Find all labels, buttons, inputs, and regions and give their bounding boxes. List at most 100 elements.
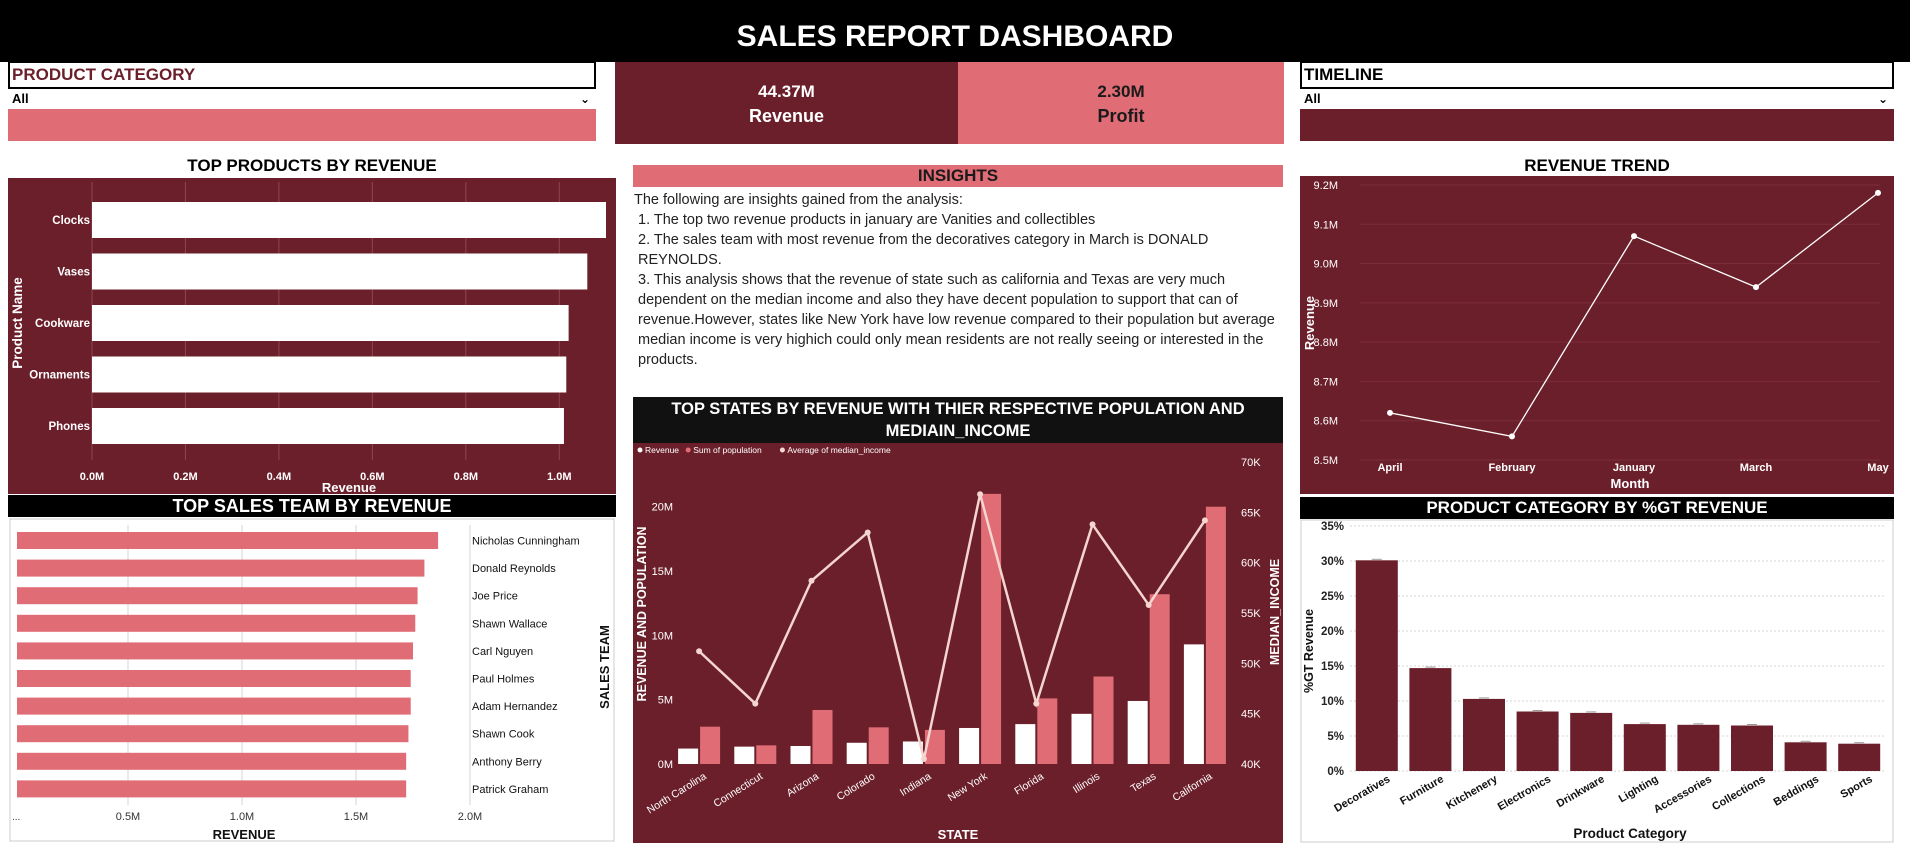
bar <box>17 614 416 632</box>
legend-label: Sum of population <box>693 445 762 455</box>
bar-revenue <box>1183 644 1204 764</box>
y-tick-label: 15M <box>652 566 673 578</box>
revenue-card: 44.37M Revenue <box>615 62 958 144</box>
x-tick-label: March <box>1740 462 1773 474</box>
bar-population <box>868 727 889 764</box>
y-tick-label: Adam Hernandez <box>472 701 558 713</box>
y-tick-label: Joe Price <box>472 591 518 603</box>
x-tick-label: May <box>1867 462 1889 474</box>
median-income-point <box>1033 700 1040 707</box>
y-tick-label: 35% <box>1321 521 1344 533</box>
bar-population <box>756 745 777 764</box>
bar-population <box>812 709 833 764</box>
profit-label: Profit <box>1097 106 1145 126</box>
x-tick-label: Colorado <box>835 770 878 803</box>
timeline-dropdown[interactable]: All ⌄ <box>1300 89 1894 109</box>
y-axis-label: SALES TEAM <box>597 625 612 709</box>
product-category-slicer: PRODUCT CATEGORY All ⌄ <box>8 61 596 141</box>
bar-population <box>700 726 721 764</box>
bar <box>17 532 439 549</box>
y-axis-label: Revenue <box>1302 296 1317 350</box>
y-tick-label: 0M <box>658 759 673 771</box>
bar <box>1784 742 1827 771</box>
bar-population <box>1037 698 1058 764</box>
x-tick-label: Florida <box>1012 770 1046 797</box>
x-tick-label: 1.5M <box>344 811 368 823</box>
bar-revenue <box>846 742 867 764</box>
bar <box>92 202 606 238</box>
x-axis-label: Product Category <box>1573 826 1687 841</box>
insight-3: 3. This analysis shows that the revenue … <box>638 272 1275 368</box>
timeline-slicer: TIMELINE All ⌄ <box>1300 61 1894 141</box>
legend-marker <box>685 447 691 453</box>
bar <box>1463 698 1505 771</box>
bar <box>17 725 409 743</box>
x-axis-label: Month <box>1611 476 1650 491</box>
bar <box>92 408 564 444</box>
product-category-dropdown[interactable]: All ⌄ <box>8 89 596 109</box>
x-tick-label: 0.8M <box>454 471 478 483</box>
y-tick-label: Vases <box>57 267 90 279</box>
product-category-slicer-title: PRODUCT CATEGORY <box>8 61 596 89</box>
y-tick-label: Anthony Berry <box>472 756 542 768</box>
bar <box>1570 712 1613 771</box>
insights-text: The following are insights gained from t… <box>634 190 1284 370</box>
product-category-slicer-bar <box>8 109 596 141</box>
legend-label: Revenue <box>645 445 679 455</box>
bar <box>17 752 407 770</box>
y2-tick-label: 70K <box>1241 457 1261 469</box>
product-category-dropdown-value: All <box>12 91 29 106</box>
bar-revenue <box>678 748 699 764</box>
insight-1: 1. The top two revenue products in janua… <box>638 212 1096 228</box>
y-tick-label: 5M <box>658 695 673 707</box>
y-tick-label: 10% <box>1321 696 1344 708</box>
bar <box>1623 724 1666 771</box>
bar <box>17 559 425 577</box>
chart-background <box>1300 176 1894 494</box>
category-pct-title: PRODUCT CATEGORY BY %GT REVENUE <box>1300 497 1894 519</box>
x-tick-label: New York <box>946 770 991 804</box>
revenue-point <box>1387 409 1393 416</box>
bar <box>92 356 567 393</box>
y-tick-label: Donald Reynolds <box>472 563 556 575</box>
x-tick-label: 0.0M <box>80 471 104 483</box>
x-axis-label: Revenue <box>322 480 376 494</box>
y-tick-label: Shawn Wallace <box>472 618 547 630</box>
y-tick-label: 30% <box>1321 556 1344 568</box>
bar-revenue <box>790 745 811 764</box>
legend-marker <box>637 447 643 453</box>
revenue-point <box>1753 284 1759 291</box>
median-income-point <box>1201 517 1208 524</box>
y-tick-label: 9.0M <box>1314 259 1338 271</box>
y-tick-label: 20% <box>1321 626 1344 638</box>
top-states-chart: Revenue Sum of population Average of media… <box>635 445 1282 842</box>
bar-population <box>1093 676 1114 764</box>
y-tick-label: 8.9M <box>1314 298 1338 310</box>
y-tick-label: 25% <box>1321 591 1344 603</box>
y-tick-label: 9.2M <box>1314 180 1338 192</box>
median-income-point <box>808 577 815 584</box>
median-income-point <box>864 529 871 536</box>
bar-population <box>1149 594 1170 764</box>
timeline-slicer-title: TIMELINE <box>1300 61 1894 89</box>
median-income-point <box>977 491 984 498</box>
category-pct-chart: 0%5%10%15%20%25%30%35%Decoratives Furnitu… <box>1300 519 1894 843</box>
timeline-slicer-bar <box>1300 109 1894 141</box>
x-tick-label: January <box>1613 462 1656 474</box>
y2-tick-label: 65K <box>1241 507 1261 519</box>
y2-tick-label: 45K <box>1241 709 1261 721</box>
y2-tick-label: 40K <box>1241 759 1261 771</box>
revenue-label: Revenue <box>748 106 825 126</box>
bar <box>92 253 588 290</box>
y-tick-label: Nicholas Cunningham <box>472 536 580 548</box>
bar <box>1838 743 1881 771</box>
x-tick-label: 0.2M <box>173 471 197 483</box>
x-tick-label: Indiana <box>898 770 934 799</box>
x-tick-label: California <box>1171 770 1215 804</box>
profit-value: 2.30M <box>1097 82 1145 101</box>
x-tick-label: 1.0M <box>547 471 571 483</box>
chevron-down-icon: ⌄ <box>579 92 590 106</box>
bar <box>17 670 411 687</box>
bar <box>1516 711 1559 771</box>
bar <box>17 780 407 798</box>
